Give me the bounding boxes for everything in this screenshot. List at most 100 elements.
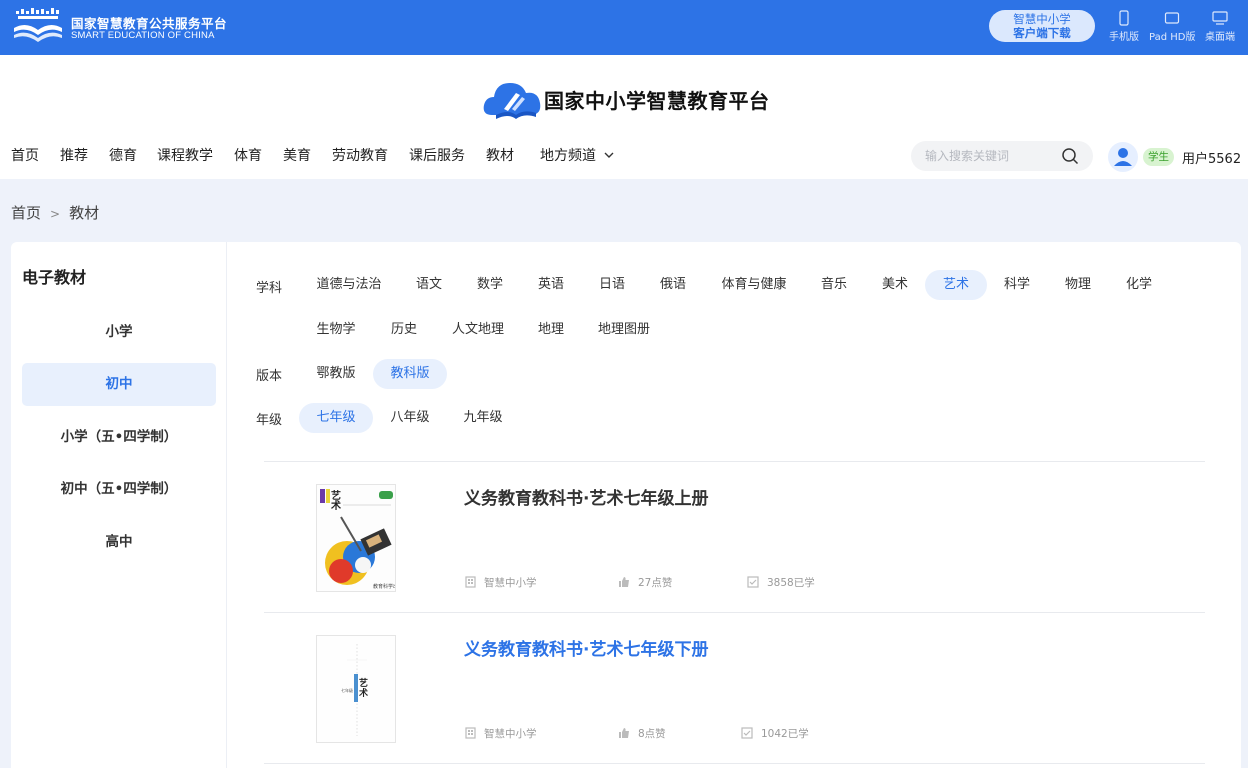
book-learners: 3858已学 [747,575,815,590]
nav-sports[interactable]: 体育 [234,145,262,165]
book-cover[interactable]: 艺 术 教育科学出版社 [316,484,396,592]
site-title: 国家中小学智慧教育平台 [544,89,770,113]
device-phone-label: 手机版 [1109,32,1139,43]
platform-logo-icon [14,8,62,42]
search-icon[interactable] [1061,147,1079,165]
cloud-book-logo-icon [483,83,541,119]
subject-chip[interactable]: 生物学 [311,315,361,345]
avatar[interactable] [1108,142,1138,172]
breadcrumb-separator: > [50,207,61,221]
download-line-2: 客户端下载 [1013,26,1071,40]
book-title[interactable]: 义务教育教科书·艺术七年级上册 [464,484,708,509]
subject-chip[interactable]: 化学 [1115,270,1163,300]
book-learners-label: 1042已学 [761,728,809,740]
edition-chip[interactable]: 鄂教版 [309,359,363,389]
list-divider [264,763,1205,764]
site-logo[interactable]: 国家中小学智慧教育平台 [482,75,772,121]
svg-text:七年级: 七年级 [341,687,353,693]
sidebar-item-primary-54[interactable]: 小学（五•四学制） [22,416,216,459]
study-record-icon [741,727,753,739]
device-pad-label: Pad HD版 [1149,32,1196,43]
grade-chip-active[interactable]: 七年级 [299,403,373,433]
breadcrumb-current: 教材 [69,204,100,222]
book-cover-image: 艺 术 教育科学出版社 [317,485,395,591]
grade-chip[interactable]: 八年级 [383,403,437,433]
role-badge: 学生 [1143,148,1174,166]
book-source: 智慧中小学 [465,726,537,741]
sidebar-item-junior[interactable]: 初中 [22,363,216,406]
subject-chip[interactable]: 日语 [588,270,636,300]
book-source: 智慧中小学 [465,575,537,590]
search-box [911,141,1093,171]
download-line-1: 智慧中小学 [1013,12,1071,26]
book-source-label: 智慧中小学 [484,577,537,589]
user-name[interactable]: 用户5562 [1182,148,1241,167]
list-item[interactable]: 艺 术 教育科学出版社 义务教育教科书·艺术七年级上册 智慧中小学 27点赞 3… [264,462,1205,612]
book-likes: 8点赞 [618,726,666,741]
device-desktop-label: 桌面端 [1205,32,1235,43]
subject-chip[interactable]: 美术 [871,270,919,300]
building-icon [465,576,476,588]
subject-chip[interactable]: 物理 [1054,270,1102,300]
nav-textbooks[interactable]: 教材 [486,145,514,165]
subject-chip[interactable]: 语文 [405,270,453,300]
subject-chip[interactable]: 道德与法治 [305,270,393,300]
book-source-label: 智慧中小学 [484,728,537,740]
client-download-button[interactable]: 智慧中小学 客户端下载 [989,10,1095,42]
user-icon [1114,148,1132,166]
nav-courses[interactable]: 课程教学 [157,145,213,165]
nav-recommend[interactable]: 推荐 [60,145,88,165]
nav-labor[interactable]: 劳动教育 [332,145,388,165]
edition-chip-active[interactable]: 教科版 [373,359,447,389]
thumbs-up-icon [619,577,629,587]
subject-chip[interactable]: 体育与健康 [710,270,798,300]
svg-text:术: 术 [330,499,341,512]
breadcrumb-home[interactable]: 首页 [11,204,41,222]
nav-arts[interactable]: 美育 [283,145,311,165]
grade-chip[interactable]: 九年级 [456,403,510,433]
tablet-icon [1165,12,1180,24]
subject-chip[interactable]: 地理 [529,315,573,345]
top-bar: 国家智慧教育公共服务平台 SMART EDUCATION OF CHINA 智慧… [0,0,1248,55]
sidebar-item-senior[interactable]: 高中 [22,521,216,564]
book-likes-label: 8点赞 [638,728,666,740]
subject-chip[interactable]: 地理图册 [593,315,655,345]
subject-chip[interactable]: 历史 [382,315,426,345]
building-icon [465,727,476,739]
subject-chip[interactable]: 英语 [527,270,575,300]
subject-chip-active[interactable]: 艺术 [925,270,987,300]
subject-chip[interactable]: 音乐 [810,270,858,300]
book-cover-image: 艺 术 七年级 [317,636,395,742]
book-cover[interactable]: 艺 术 七年级 [316,635,396,743]
device-phone[interactable]: 手机版 [1109,10,1139,43]
sidebar-item-junior-54[interactable]: 初中（五•四学制） [22,468,216,511]
svg-text:术: 术 [358,687,368,699]
grade-label: 年级 [256,413,283,428]
book-title[interactable]: 义务教育教科书·艺术七年级下册 [464,635,708,660]
nav-home[interactable]: 首页 [11,145,39,165]
desktop-icon [1212,11,1228,25]
nav-moral[interactable]: 德育 [109,145,137,165]
book-learners: 1042已学 [741,726,809,741]
book-learners-label: 3858已学 [767,577,815,589]
site-header: 国家中小学智慧教育平台 首页 推荐 德育 课程教学 体育 美育 劳动教育 课后服… [0,55,1248,179]
subject-chip[interactable]: 科学 [993,270,1041,300]
sidebar-title: 电子教材 [22,268,87,287]
study-record-icon [747,576,759,588]
subject-chip[interactable]: 人文地理 [447,315,509,345]
book-likes: 27点赞 [618,575,672,590]
list-item[interactable]: 艺 术 七年级 义务教育教科书·艺术七年级下册 智慧中小学 8点赞 1042已学 [264,613,1205,763]
nav-local-channel[interactable]: 地方频道 [540,145,614,165]
search-input[interactable] [925,147,1055,165]
nav-after-school[interactable]: 课后服务 [409,145,465,165]
textbook-panel: 电子教材 小学 初中 小学（五•四学制） 初中（五•四学制） 高中 学科 道德与… [11,242,1241,768]
subject-label: 学科 [256,281,283,296]
subject-chip[interactable]: 俄语 [649,270,697,300]
subject-chip[interactable]: 数学 [466,270,514,300]
svg-text:艺: 艺 [359,677,368,689]
device-desktop[interactable]: 桌面端 [1205,10,1235,43]
phone-icon [1119,10,1129,26]
nav-local-channel-label: 地方频道 [540,148,596,164]
device-pad[interactable]: Pad HD版 [1149,10,1195,43]
sidebar-item-primary[interactable]: 小学 [22,311,216,354]
